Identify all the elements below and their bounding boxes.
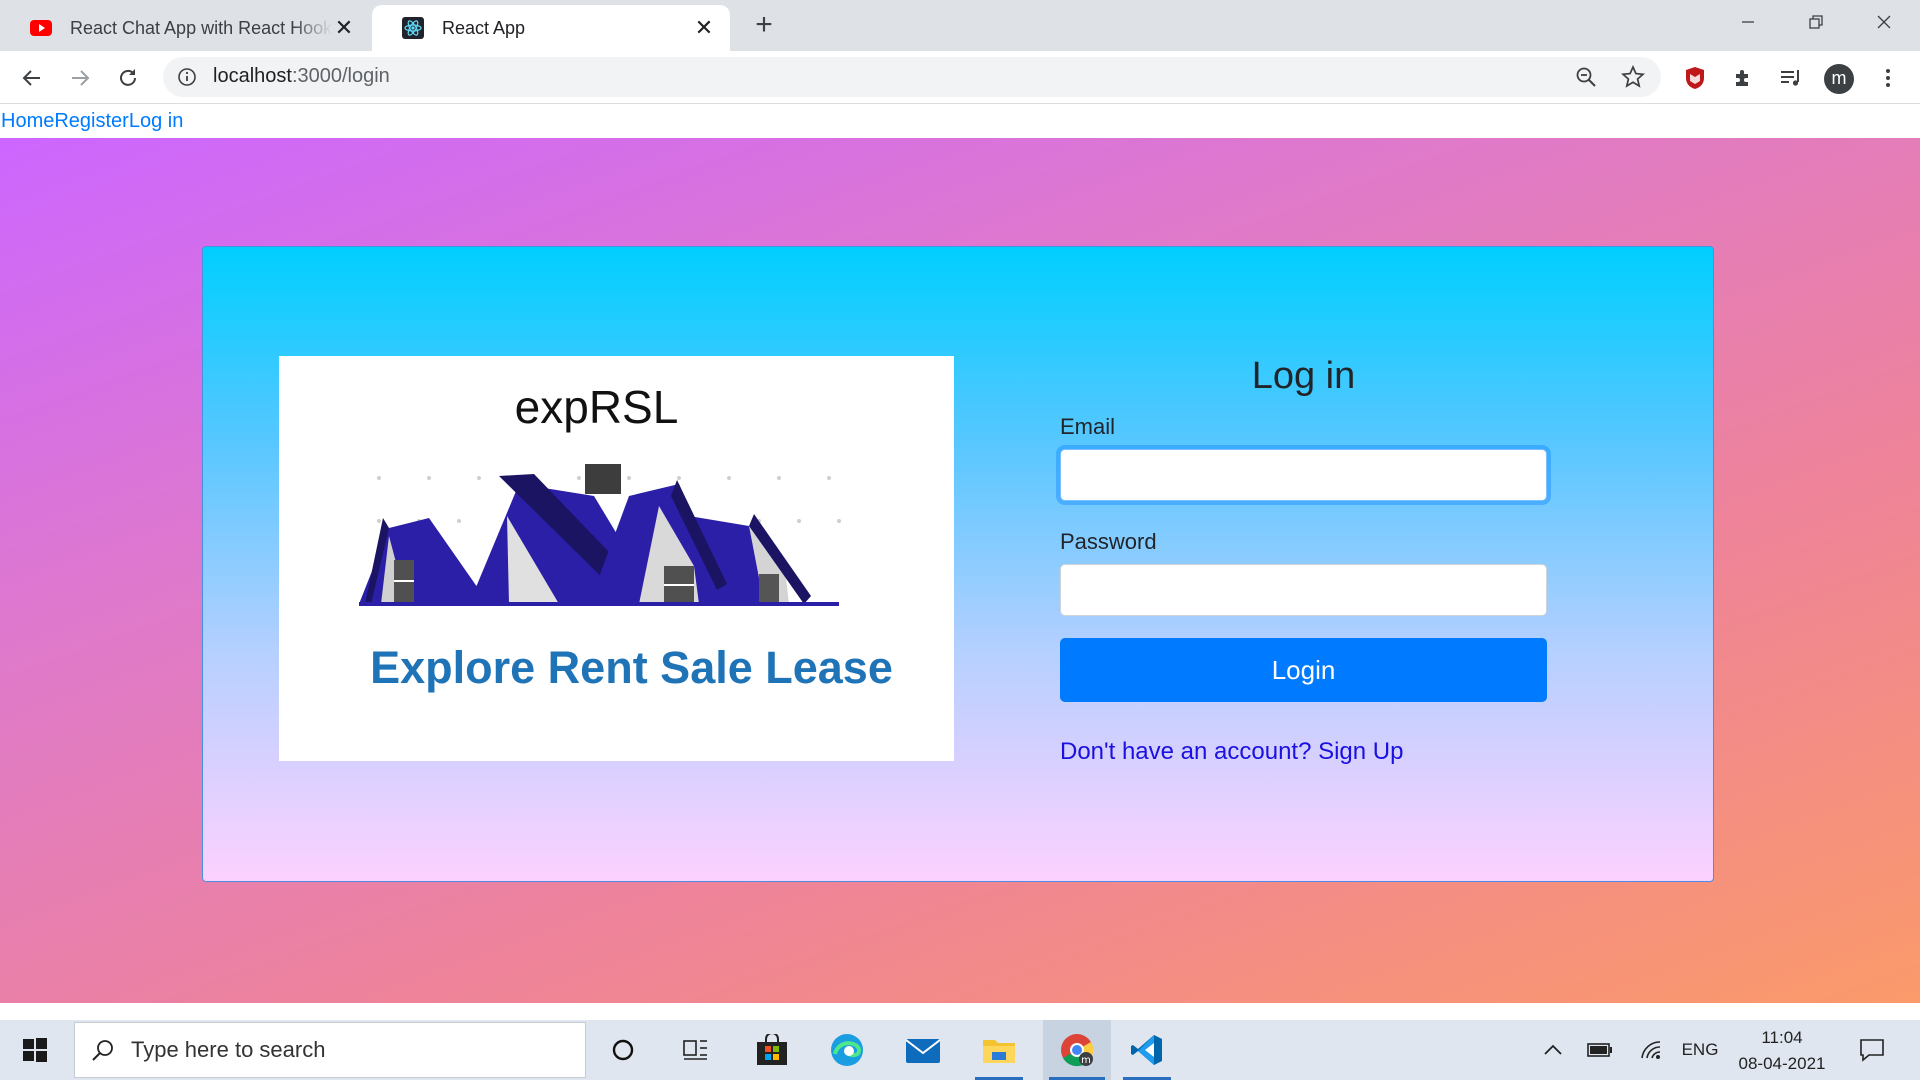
taskbar-file-explorer[interactable]	[969, 1020, 1029, 1080]
url-path: :3000/login	[291, 65, 390, 87]
reload-icon	[120, 69, 136, 86]
tray-chevron-up-icon[interactable]	[1538, 1020, 1568, 1080]
brand-name: expRSL	[514, 381, 679, 433]
password-label: Password	[1060, 529, 1157, 554]
email-label: Email	[1060, 414, 1116, 439]
bookmark-star-icon[interactable]	[1620, 64, 1646, 94]
email-field[interactable]	[1060, 449, 1547, 501]
search-icon	[92, 1040, 113, 1061]
close-icon	[1877, 15, 1891, 29]
store-bag-icon	[757, 1034, 787, 1065]
password-field[interactable]	[1060, 564, 1547, 616]
cortana-button[interactable]	[593, 1020, 653, 1080]
taskbar-search-box[interactable]: Type here to search	[74, 1022, 586, 1078]
tab-react-chat-app[interactable]: React Chat App with React Hooks ✕	[0, 5, 370, 51]
arrow-right-icon	[72, 70, 90, 86]
task-view-button[interactable]	[665, 1020, 725, 1080]
notifications-button[interactable]	[1852, 1020, 1892, 1080]
windows-logo-icon	[23, 1038, 47, 1062]
login-form: Log in Email Password Login Don't have a…	[1060, 355, 1547, 766]
restore-icon	[1809, 15, 1823, 29]
arrow-left-icon	[22, 70, 40, 86]
extensions-puzzle-icon[interactable]	[1727, 62, 1759, 94]
nav-link-login[interactable]: Log in	[129, 110, 184, 132]
youtube-icon	[30, 17, 52, 39]
houses-illustration	[359, 464, 841, 606]
info-icon[interactable]	[177, 67, 197, 92]
page-background: expRSL Explore Rent Sale Lease Log in Em…	[0, 138, 1920, 1003]
login-card: expRSL Explore Rent Sale Lease Log in Em…	[202, 246, 1714, 882]
profile-avatar[interactable]: m	[1824, 64, 1854, 94]
signup-link[interactable]: Don't have an account? Sign Up	[1060, 738, 1547, 766]
clock-date: 08-04-2021	[1738, 1054, 1826, 1073]
react-icon	[402, 17, 424, 39]
tab-title: React App	[442, 17, 526, 38]
chrome-icon: m	[1061, 1034, 1094, 1067]
browser-tabstrip: React Chat App with React Hooks ✕ React …	[0, 0, 1920, 51]
start-button[interactable]	[0, 1020, 70, 1080]
minimize-button[interactable]	[1716, 0, 1780, 44]
login-button[interactable]: Login	[1060, 638, 1547, 702]
close-tab-icon[interactable]: ✕	[692, 15, 716, 40]
address-bar[interactable]: localhost:3000/login	[163, 57, 1661, 97]
new-tab-button[interactable]: +	[748, 10, 780, 42]
media-queue-icon[interactable]	[1775, 62, 1807, 94]
brand-logo: expRSL Explore Rent Sale Lease	[279, 356, 954, 761]
taskbar-store[interactable]	[742, 1020, 802, 1080]
restore-button[interactable]	[1784, 0, 1848, 44]
notification-icon	[1860, 1039, 1884, 1062]
tab-react-app[interactable]: React App ✕	[372, 5, 730, 51]
vscode-icon	[1131, 1035, 1162, 1065]
reload-button[interactable]	[112, 62, 144, 94]
mcafee-extension-icon[interactable]	[1679, 62, 1711, 94]
top-nav: HomeRegisterLog in	[0, 105, 1920, 138]
password-group: Password	[1060, 529, 1547, 616]
battery-icon[interactable]	[1584, 1020, 1616, 1080]
taskbar-edge[interactable]	[817, 1020, 877, 1080]
taskbar-vscode[interactable]	[1117, 1020, 1177, 1080]
tab-title: React Chat App with React Hooks	[70, 17, 332, 38]
browser-toolbar: localhost:3000/login m	[0, 51, 1920, 104]
page-bottom-strip	[0, 1003, 1920, 1020]
svg-text:m: m	[1081, 1055, 1091, 1066]
wifi-icon[interactable]	[1636, 1020, 1666, 1080]
language-indicator[interactable]: ENG	[1680, 1020, 1720, 1080]
forward-button[interactable]	[64, 62, 96, 94]
nav-link-home[interactable]: Home	[1, 110, 54, 132]
minimize-icon	[1742, 21, 1754, 23]
mail-icon	[905, 1039, 941, 1063]
taskbar-clock[interactable]: 11:04 08-04-2021	[1732, 1025, 1832, 1077]
kebab-menu-icon[interactable]	[1872, 62, 1904, 94]
zoom-icon[interactable]	[1575, 66, 1597, 93]
folder-icon	[983, 1040, 1015, 1063]
form-title: Log in	[1251, 355, 1356, 397]
taskbar-chrome[interactable]: m	[1043, 1020, 1111, 1080]
nav-link-register[interactable]: Register	[54, 110, 128, 132]
close-window-button[interactable]	[1852, 0, 1916, 44]
search-placeholder: Type here to search	[131, 1037, 326, 1062]
edge-icon	[831, 1034, 863, 1066]
cortana-circle-icon	[612, 1039, 634, 1061]
email-group: Email	[1060, 414, 1547, 501]
url-text: localhost:3000/login	[213, 65, 390, 88]
windows-taskbar: Type here to search m ENG 11:04 08-04-20…	[0, 1020, 1920, 1080]
task-view-icon	[683, 1040, 707, 1060]
taskbar-mail[interactable]	[893, 1020, 953, 1080]
back-button[interactable]	[16, 62, 48, 94]
brand-tagline: Explore Rent Sale Lease	[370, 642, 893, 693]
url-host: localhost	[213, 65, 292, 87]
clock-time: 11:04	[1761, 1028, 1803, 1047]
close-tab-icon[interactable]: ✕	[332, 15, 356, 40]
